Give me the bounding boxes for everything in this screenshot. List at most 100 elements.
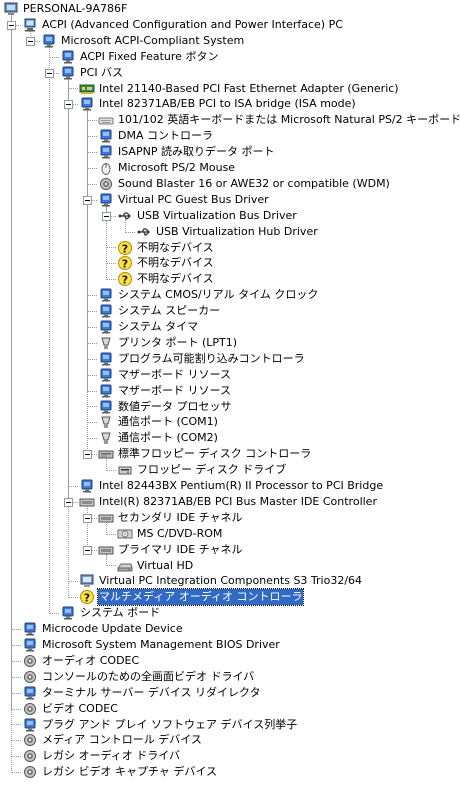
- tree-node[interactable]: ISAPNP 読み取りデータ ポート: [0, 144, 460, 160]
- tree-node[interactable]: PERSONAL-9A786F: [0, 1, 460, 17]
- tree-node-label[interactable]: USB Virtualization Bus Driver: [136, 208, 298, 224]
- tree-node-label[interactable]: Intel 82443BX Pentium(R) II Processor to…: [98, 478, 384, 494]
- tree-node[interactable]: ACPI (Advanced Configuration and Power I…: [0, 17, 460, 33]
- tree-node[interactable]: DMA コントローラ: [0, 128, 460, 144]
- tree-node-label[interactable]: Intel 21140-Based PCI Fast Ethernet Adap…: [98, 81, 400, 97]
- tree-node[interactable]: MS C/DVD-ROM: [0, 526, 460, 542]
- tree-node[interactable]: ビデオ CODEC: [0, 701, 460, 717]
- tree-node[interactable]: プログラム可能割り込みコントローラ: [0, 351, 460, 367]
- tree-node-label[interactable]: 不明なデバイス: [136, 240, 215, 256]
- tree-node-label[interactable]: Microcode Update Device: [41, 621, 184, 637]
- tree-node[interactable]: USB Virtualization Bus Driver: [0, 208, 460, 224]
- tree-node[interactable]: システム タイマ: [0, 319, 460, 335]
- tree-node-label[interactable]: PERSONAL-9A786F: [22, 1, 128, 17]
- tree-node-label[interactable]: Virtual PC Integration Components S3 Tri…: [98, 573, 363, 589]
- collapse-toggle[interactable]: [83, 513, 92, 523]
- tree-node-label[interactable]: USB Virtualization Hub Driver: [155, 224, 319, 240]
- tree-node-label[interactable]: PCI バス: [79, 65, 124, 81]
- tree-node-label[interactable]: マルチメディア オーディオ コントローラ: [96, 588, 305, 607]
- tree-node[interactable]: Microsoft System Management BIOS Driver: [0, 637, 460, 653]
- tree-node[interactable]: Virtual HD: [0, 558, 460, 574]
- tree-node-label[interactable]: Microsoft System Management BIOS Driver: [41, 637, 281, 653]
- collapse-toggle[interactable]: [83, 450, 92, 460]
- tree-node-label[interactable]: システム スピーカー: [117, 303, 221, 319]
- tree-node[interactable]: 標準フロッピー ディスク コントローラ: [0, 446, 460, 462]
- tree-node-label[interactable]: 不明なデバイス: [136, 255, 215, 271]
- tree-node[interactable]: フロッピー ディスク ドライブ: [0, 462, 460, 478]
- device-tree[interactable]: PERSONAL-9A786F ACPI (Advanced Configurat…: [0, 0, 460, 790]
- tree-node-label[interactable]: Sound Blaster 16 or AWE32 or compatible …: [117, 176, 391, 192]
- tree-node-label[interactable]: マザーボード リソース: [117, 383, 232, 399]
- tree-node-label[interactable]: プライマリ IDE チャネル: [117, 542, 244, 558]
- tree-node[interactable]: ? 不明なデバイス: [0, 255, 460, 271]
- tree-node-label[interactable]: ACPI Fixed Feature ボタン: [79, 49, 219, 65]
- tree-node[interactable]: システム スピーカー: [0, 303, 460, 319]
- tree-node-label[interactable]: MS C/DVD-ROM: [136, 526, 223, 542]
- tree-node-label[interactable]: レガシ オーディオ ドライバ: [41, 748, 181, 764]
- tree-node[interactable]: 数値データ プロセッサ: [0, 399, 460, 415]
- tree-node[interactable]: システム CMOS/リアル タイム クロック: [0, 287, 460, 303]
- tree-node[interactable]: Sound Blaster 16 or AWE32 or compatible …: [0, 176, 460, 192]
- tree-node[interactable]: Intel 21140-Based PCI Fast Ethernet Adap…: [0, 81, 460, 97]
- collapse-toggle[interactable]: [102, 211, 111, 221]
- tree-node-label[interactable]: プログラム可能割り込みコントローラ: [117, 351, 306, 367]
- tree-node-label[interactable]: システム ボード: [79, 605, 161, 621]
- tree-node[interactable]: プリンタ ポート (LPT1): [0, 335, 460, 351]
- tree-node-label[interactable]: マザーボード リソース: [117, 367, 232, 383]
- tree-node[interactable]: メディア コントロール デバイス: [0, 732, 460, 748]
- tree-node-label[interactable]: DMA コントローラ: [117, 128, 214, 144]
- tree-node-label[interactable]: システム CMOS/リアル タイム クロック: [117, 287, 319, 303]
- tree-node[interactable]: Microcode Update Device: [0, 621, 460, 637]
- tree-node[interactable]: マザーボード リソース: [0, 367, 460, 383]
- tree-node[interactable]: ACPI Fixed Feature ボタン: [0, 49, 460, 65]
- tree-node-label[interactable]: プラグ アンド プレイ ソフトウェア デバイス列挙子: [41, 717, 298, 733]
- tree-node-label[interactable]: ターミナル サーバー デバイス リダイレクタ: [41, 685, 262, 701]
- tree-node[interactable]: レガシ ビデオ キャプチャ デバイス: [0, 764, 460, 780]
- tree-node[interactable]: USB Virtualization Hub Driver: [0, 224, 460, 240]
- tree-node[interactable]: Intel(R) 82371AB/EB PCI Bus Master IDE C…: [0, 494, 460, 510]
- tree-node-label[interactable]: Virtual PC Guest Bus Driver: [117, 192, 270, 208]
- tree-node-label[interactable]: ISAPNP 読み取りデータ ポート: [117, 144, 275, 160]
- tree-node[interactable]: Virtual PC Integration Components S3 Tri…: [0, 573, 460, 589]
- tree-node-label[interactable]: 通信ポート (COM1): [117, 414, 219, 430]
- tree-node-label[interactable]: Microsoft ACPI-Compliant System: [60, 33, 245, 49]
- tree-node-label[interactable]: メディア コントロール デバイス: [41, 732, 203, 748]
- tree-node[interactable]: コンソールのための全画面ビデオ ドライバ: [0, 669, 460, 685]
- tree-node[interactable]: システム ボード: [0, 605, 460, 621]
- collapse-toggle[interactable]: [26, 36, 35, 46]
- tree-node[interactable]: プライマリ IDE チャネル: [0, 542, 460, 558]
- tree-node[interactable]: ターミナル サーバー デバイス リダイレクタ: [0, 685, 460, 701]
- tree-node-label[interactable]: Intel(R) 82371AB/EB PCI Bus Master IDE C…: [98, 494, 378, 510]
- tree-node-label[interactable]: 101/102 英語キーボードまたは Microsoft Natural PS/…: [117, 112, 460, 128]
- collapse-toggle[interactable]: [64, 497, 73, 507]
- tree-node[interactable]: ? 不明なデバイス: [0, 271, 460, 287]
- tree-node-label[interactable]: 標準フロッピー ディスク コントローラ: [117, 446, 312, 462]
- tree-node[interactable]: プラグ アンド プレイ ソフトウェア デバイス列挙子: [0, 717, 460, 733]
- tree-node[interactable]: セカンダリ IDE チャネル: [0, 510, 460, 526]
- tree-node[interactable]: Virtual PC Guest Bus Driver: [0, 192, 460, 208]
- collapse-toggle[interactable]: [7, 20, 16, 30]
- tree-node[interactable]: レガシ オーディオ ドライバ: [0, 748, 460, 764]
- tree-node-label[interactable]: システム タイマ: [117, 319, 199, 335]
- tree-node[interactable]: ? 不明なデバイス: [0, 240, 460, 256]
- tree-node[interactable]: Intel 82371AB/EB PCI to ISA bridge (ISA …: [0, 96, 460, 112]
- tree-node-label[interactable]: ビデオ CODEC: [41, 701, 119, 717]
- tree-node-label[interactable]: ACPI (Advanced Configuration and Power I…: [41, 17, 344, 33]
- tree-node-label[interactable]: 通信ポート (COM2): [117, 430, 219, 446]
- tree-node[interactable]: ? マルチメディア オーディオ コントローラ: [0, 588, 460, 607]
- tree-node-label[interactable]: 不明なデバイス: [136, 271, 215, 287]
- tree-node[interactable]: オーディオ CODEC: [0, 653, 460, 669]
- tree-node-label[interactable]: プリンタ ポート (LPT1): [117, 335, 238, 351]
- tree-node-label[interactable]: セカンダリ IDE チャネル: [117, 510, 244, 526]
- tree-node[interactable]: Microsoft ACPI-Compliant System: [0, 33, 460, 49]
- collapse-toggle[interactable]: [64, 100, 73, 110]
- tree-node-label[interactable]: フロッピー ディスク ドライブ: [136, 462, 287, 478]
- tree-node-label[interactable]: レガシ ビデオ キャプチャ デバイス: [41, 764, 218, 780]
- tree-node-label[interactable]: Microsoft PS/2 Mouse: [117, 160, 236, 176]
- tree-node-label[interactable]: Virtual HD: [136, 558, 194, 574]
- tree-node[interactable]: PCI バス: [0, 65, 460, 81]
- tree-node-label[interactable]: オーディオ CODEC: [41, 653, 140, 669]
- tree-node[interactable]: Intel 82443BX Pentium(R) II Processor to…: [0, 478, 460, 494]
- tree-node[interactable]: 通信ポート (COM1): [0, 414, 460, 430]
- tree-node[interactable]: 通信ポート (COM2): [0, 430, 460, 446]
